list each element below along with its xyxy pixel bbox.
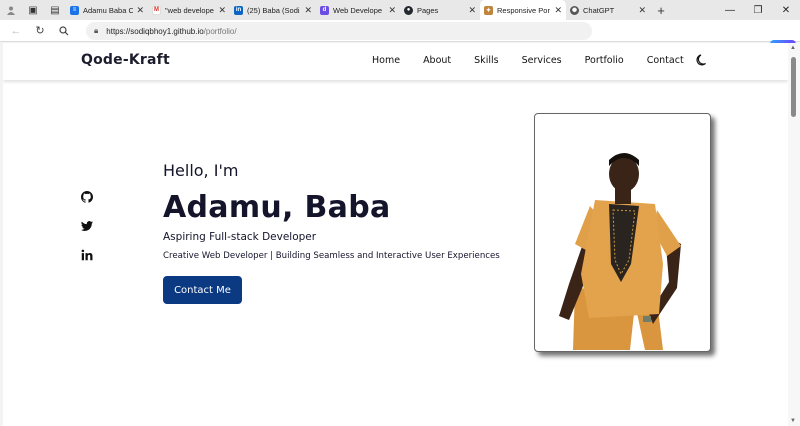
- tab-actions-icon[interactable]: ▤: [44, 0, 66, 20]
- dark-mode-toggle-icon[interactable]: [696, 53, 710, 67]
- page-scrollbar[interactable]: ▲ ▼: [788, 43, 800, 426]
- tab-label: Web Develope: [333, 5, 383, 15]
- close-tab-icon[interactable]: ✕: [554, 5, 562, 16]
- tab-label: ChatGPT: [583, 5, 615, 15]
- close-tab-icon[interactable]: ✕: [468, 5, 476, 16]
- contact-me-button[interactable]: Contact Me: [163, 276, 242, 304]
- scroll-down-icon[interactable]: ▼: [790, 418, 796, 424]
- tab-label: Adamu Baba C: [83, 5, 134, 15]
- linkedin-icon[interactable]: [81, 249, 93, 261]
- chatgpt-icon: ✺: [570, 5, 579, 15]
- social-links: [81, 191, 93, 278]
- nav-contact[interactable]: Contact: [647, 55, 684, 66]
- tab-0[interactable]: ≡ Adamu Baba C ✕: [66, 0, 148, 20]
- browser-toolbar: ← ↻ 🔒︎ https://sodiqbhoy1.github.io/port…: [0, 20, 800, 62]
- scrollbar-thumb[interactable]: [791, 57, 796, 117]
- close-tab-icon[interactable]: ✕: [638, 5, 646, 16]
- workspaces-icon[interactable]: ▣: [22, 0, 44, 20]
- site-header: Qode-Kraft Home About Skills Services Po…: [3, 43, 788, 80]
- hero-tagline: Creative Web Developer | Building Seamle…: [163, 251, 500, 261]
- nav-services[interactable]: Services: [522, 55, 562, 66]
- close-tab-icon[interactable]: ✕: [136, 5, 144, 16]
- tab-label: "web develope: [165, 5, 214, 15]
- gmail-icon: M: [152, 5, 161, 15]
- url-path: /portfolio/: [203, 26, 237, 36]
- hero-text: Hello, I'm Adamu, Baba Aspiring Full-sta…: [163, 161, 500, 261]
- person-illustration: [559, 153, 681, 350]
- maximize-icon[interactable]: ❐: [744, 0, 772, 20]
- nav-about[interactable]: About: [423, 55, 451, 66]
- close-tab-icon[interactable]: ✕: [304, 5, 312, 16]
- lock-icon[interactable]: 🔒︎: [94, 26, 98, 36]
- profile-photo: [534, 113, 711, 352]
- close-tab-icon[interactable]: ✕: [388, 5, 396, 16]
- address-bar[interactable]: 🔒︎ https://sodiqbhoy1.github.io/portfoli…: [86, 22, 592, 40]
- site-logo[interactable]: Qode-Kraft: [81, 52, 170, 68]
- tab-1[interactable]: M "web develope ✕: [148, 0, 230, 20]
- search-icon[interactable]: [52, 20, 76, 42]
- close-window-icon[interactable]: ✕: [772, 0, 800, 20]
- hero-greeting: Hello, I'm: [163, 161, 239, 180]
- tab-4[interactable]: ● Pages ✕: [400, 0, 480, 20]
- page-viewport: Qode-Kraft Home About Skills Services Po…: [3, 43, 788, 426]
- tab-2[interactable]: in (25) Baba (Sodi ✕: [230, 0, 316, 20]
- new-tab-icon[interactable]: +: [650, 0, 672, 20]
- refresh-icon[interactable]: ↻: [28, 20, 52, 42]
- window-controls: — ❐ ✕: [716, 0, 800, 20]
- tab-6[interactable]: ✺ ChatGPT ✕: [566, 0, 650, 20]
- linkedin-icon: in: [234, 5, 243, 15]
- nav-skills[interactable]: Skills: [474, 55, 498, 66]
- close-tab-icon[interactable]: ✕: [218, 5, 226, 16]
- back-icon[interactable]: ←: [4, 20, 28, 42]
- scroll-up-icon[interactable]: ▲: [790, 45, 796, 51]
- hero-name: Adamu, Baba: [163, 190, 391, 225]
- main-nav: Home About Skills Services Portfolio Con…: [372, 55, 684, 66]
- nav-home[interactable]: Home: [372, 55, 400, 66]
- dev-icon: d: [320, 5, 329, 15]
- github-icon[interactable]: [81, 191, 93, 203]
- docs-icon: ≡: [70, 5, 79, 15]
- profile-icon[interactable]: [0, 0, 22, 20]
- twitter-icon[interactable]: [81, 220, 93, 232]
- url-host: https://sodiqbhoy1.github.io: [106, 26, 204, 36]
- hero-role: Aspiring Full-stack Developer: [163, 231, 317, 243]
- github-icon: ●: [404, 5, 413, 15]
- tab-label: Responsive Por: [497, 5, 550, 15]
- nav-portfolio[interactable]: Portfolio: [585, 55, 624, 66]
- portfolio-icon: ✦: [484, 5, 493, 15]
- tab-3[interactable]: d Web Develope ✕: [316, 0, 400, 20]
- browser-tabstrip: ▣ ▤ ≡ Adamu Baba C ✕ M "web develope ✕ i…: [0, 0, 800, 20]
- tab-label: (25) Baba (Sodi: [247, 5, 300, 15]
- tab-5[interactable]: ✦ Responsive Por ✕: [480, 0, 566, 20]
- tab-label: Pages: [417, 5, 439, 15]
- minimize-icon[interactable]: —: [716, 0, 744, 20]
